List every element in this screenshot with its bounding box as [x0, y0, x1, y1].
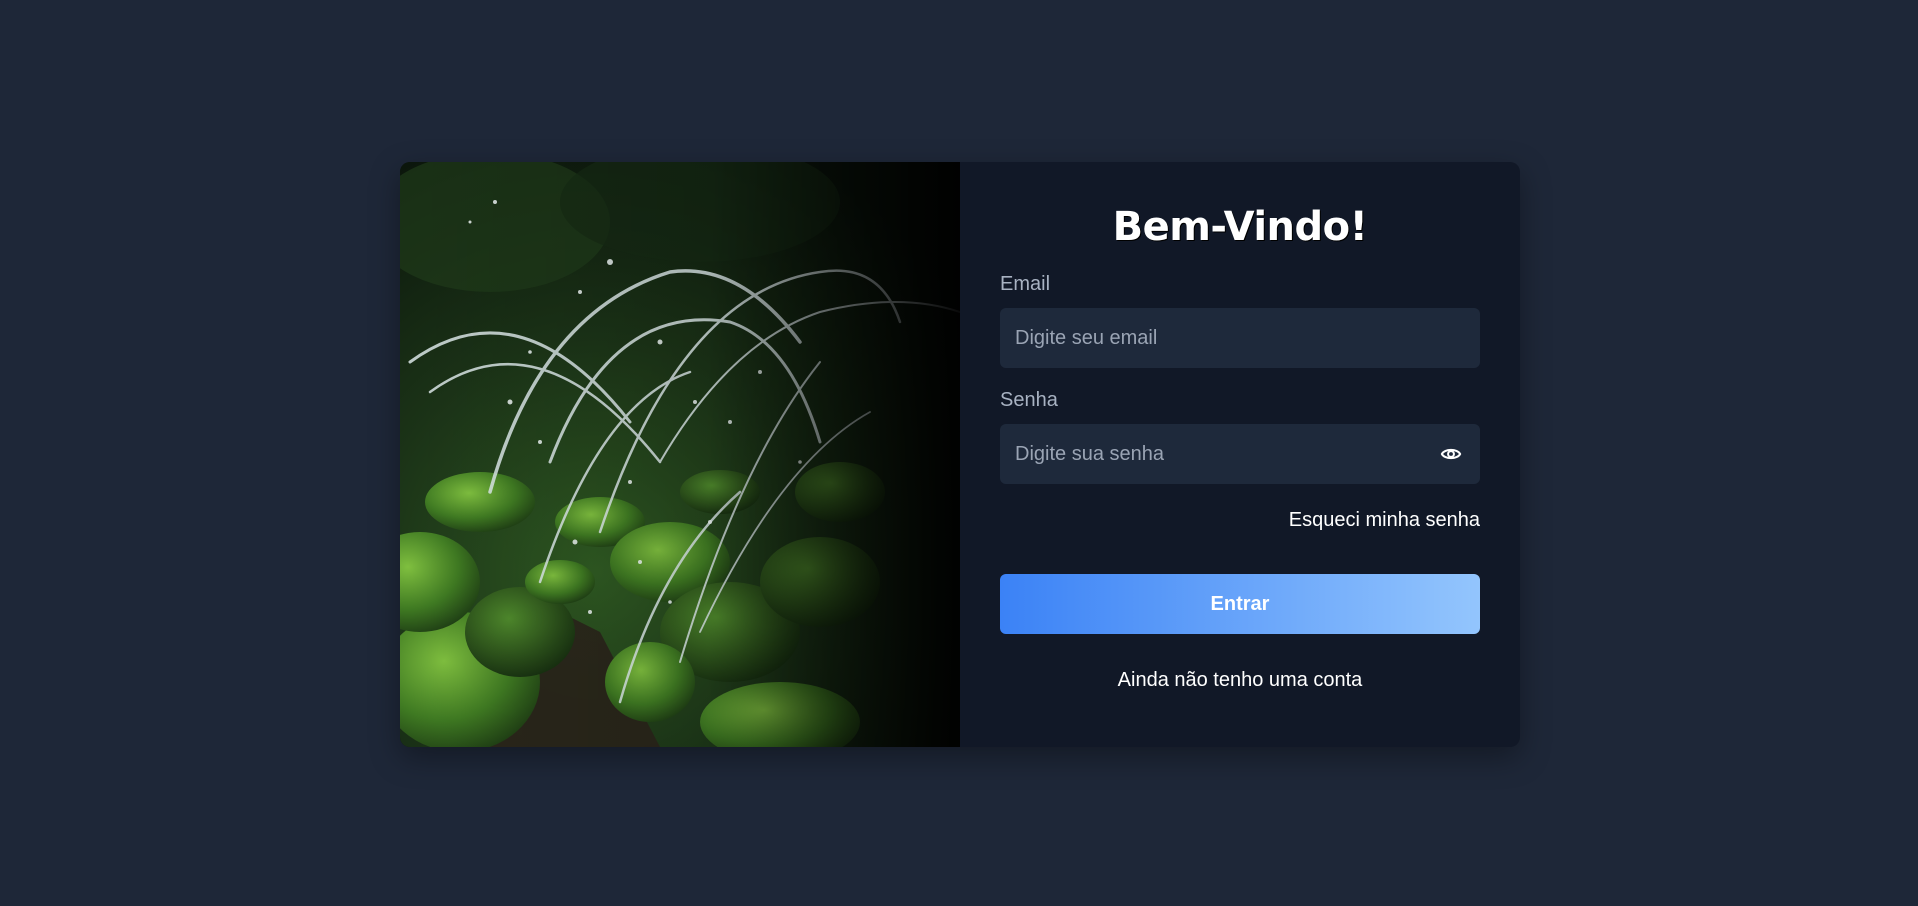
password-field-container: [1000, 424, 1480, 484]
email-field[interactable]: [1000, 308, 1480, 368]
login-button[interactable]: Entrar: [1000, 574, 1480, 634]
page-title: Bem-Vindo!: [1112, 204, 1368, 250]
login-form: Bem-Vindo! Email Senha Esqueci minha sen…: [960, 162, 1520, 747]
email-field-container: [1000, 308, 1480, 368]
password-field[interactable]: [1000, 424, 1480, 484]
forgot-password-link[interactable]: Esqueci minha senha: [1000, 508, 1480, 532]
login-card: Bem-Vindo! Email Senha Esqueci minha sen…: [400, 162, 1520, 747]
password-label: Senha: [1000, 389, 1058, 411]
hero-image: [400, 162, 960, 747]
email-label: Email: [1000, 273, 1051, 295]
signup-link[interactable]: Ainda não tenho uma conta: [1000, 668, 1480, 692]
eye-icon[interactable]: [1440, 443, 1462, 465]
